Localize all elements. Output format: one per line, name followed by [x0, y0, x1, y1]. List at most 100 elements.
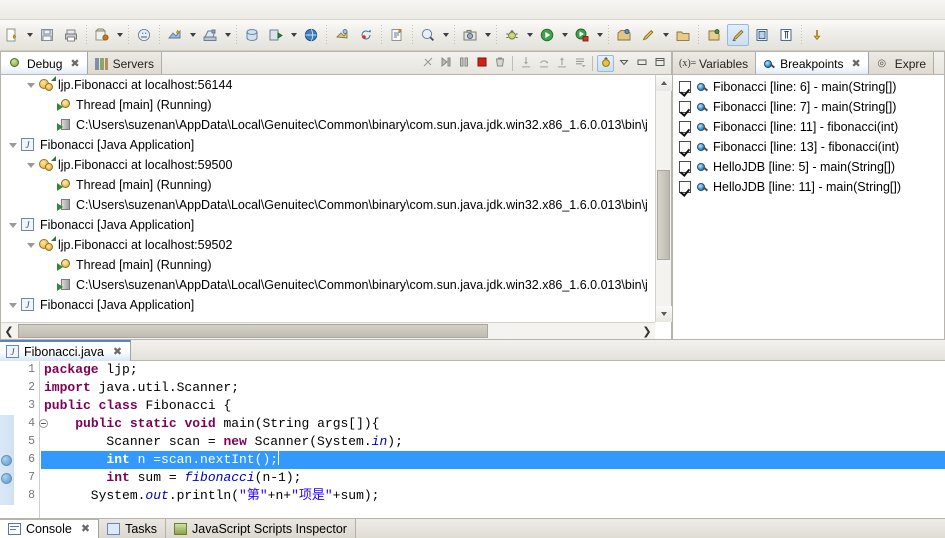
tab-expressions[interactable]: ◎ Expre — [868, 52, 935, 74]
server-button[interactable] — [199, 24, 221, 46]
list-item[interactable]: Fibonacci [line: 11] - fibonacci(int) — [673, 117, 944, 137]
breakpoint-checkbox[interactable] — [679, 181, 691, 193]
run-button[interactable] — [536, 24, 558, 46]
disconnect-button[interactable] — [419, 55, 436, 72]
tab-variables[interactable]: (x)= Variables — [673, 52, 757, 74]
close-icon[interactable]: ✖ — [852, 58, 861, 69]
run-button-dropdown-arrow[interactable] — [559, 24, 570, 46]
breakpoint-checkbox[interactable] — [679, 101, 691, 113]
list-item[interactable]: Fibonacci [line: 7] - main(String[]) — [673, 97, 944, 117]
debug-tree[interactable]: ljp.Fibonacci at localhost:56144 Thread [… — [1, 75, 671, 339]
code-viewport[interactable]: 12345678 package ljp; import java.util.Sc… — [0, 361, 945, 518]
view-menu-button[interactable] — [597, 54, 614, 72]
breakpoint-checkbox[interactable] — [679, 81, 691, 93]
run-server-button[interactable] — [265, 24, 287, 46]
twisty-open[interactable] — [5, 135, 21, 155]
save-button[interactable] — [36, 24, 58, 46]
step-over-button[interactable] — [535, 55, 552, 72]
drop-to-frame-button[interactable] — [571, 55, 588, 72]
table-row[interactable]: C:\Users\suzenan\AppData\Local\Genuitec\… — [1, 115, 671, 135]
table-row[interactable]: Thread [main] (Running) — [1, 95, 671, 115]
breakpoint-checkbox[interactable] — [679, 121, 691, 133]
vscroll-thumb[interactable] — [657, 170, 670, 260]
open-folder-button[interactable] — [672, 24, 694, 46]
open-type-button[interactable] — [417, 24, 439, 46]
snapshot-button-dropdown-arrow[interactable] — [482, 24, 493, 46]
twisty-open[interactable] — [23, 75, 39, 95]
code-line[interactable]: Scanner scan = new Scanner(System.in); — [41, 433, 945, 451]
code-line[interactable]: System.out.println("第"+n+"项是"+sum); — [41, 487, 945, 505]
table-row[interactable]: ljp.Fibonacci at localhost:59500 — [1, 155, 671, 175]
suspend-button[interactable] — [455, 55, 472, 72]
new-wizard-button[interactable] — [1, 24, 23, 46]
table-row[interactable]: Thread [main] (Running) — [1, 175, 671, 195]
twisty-open[interactable] — [23, 155, 39, 175]
remove-all-terminated-button[interactable] — [491, 55, 508, 72]
toggle-markers-button[interactable] — [727, 24, 749, 46]
terminate-button[interactable] — [473, 55, 490, 72]
step-into-button[interactable] — [517, 55, 534, 72]
debug-tree-hscrollbar[interactable]: ❮ ❯ — [1, 322, 655, 339]
close-icon[interactable]: ✖ — [81, 523, 90, 534]
scroll-right-icon[interactable]: ❯ — [639, 323, 655, 339]
deploy-button[interactable] — [164, 24, 186, 46]
code-line[interactable]: import java.util.Scanner; — [41, 379, 945, 397]
debug-tree-vscrollbar[interactable] — [655, 75, 672, 322]
tab-breakpoints[interactable]: Breakpoints ✖ — [756, 52, 869, 74]
debug-button[interactable] — [501, 24, 523, 46]
tab-servers[interactable]: Servers — [87, 52, 162, 74]
run-external-button[interactable] — [571, 24, 593, 46]
table-row[interactable]: ljp.Fibonacci at localhost:59502 — [1, 235, 671, 255]
table-row[interactable]: J Fibonacci [Java Application] — [1, 295, 671, 315]
open-type-button-dropdown-arrow[interactable] — [440, 24, 451, 46]
run-external-button-dropdown-arrow[interactable] — [594, 24, 605, 46]
tab-tasks[interactable]: Tasks — [99, 519, 167, 538]
last-edit-button[interactable] — [806, 24, 828, 46]
list-item[interactable]: HelloJDB [line: 5] - main(String[]) — [673, 157, 944, 177]
code-line[interactable]: int sum = fibonacci(n-1); — [41, 469, 945, 487]
restore-button[interactable] — [651, 55, 668, 72]
minimize-button[interactable] — [615, 55, 632, 72]
show-whitespace-button[interactable] — [775, 24, 797, 46]
breakpoint-checkbox[interactable] — [679, 141, 691, 153]
report-button[interactable] — [386, 24, 408, 46]
new-project-button[interactable] — [91, 24, 113, 46]
code-line[interactable]: package ljp; — [41, 361, 945, 379]
list-item[interactable]: Fibonacci [line: 13] - fibonacci(int) — [673, 137, 944, 157]
print-button[interactable] — [60, 24, 82, 46]
scroll-left-icon[interactable]: ❮ — [1, 323, 17, 339]
quick-deploy-button[interactable] — [331, 24, 353, 46]
refresh-button[interactable] — [355, 24, 377, 46]
deploy-button-dropdown-arrow[interactable] — [187, 24, 198, 46]
twisty-open[interactable] — [5, 215, 21, 235]
list-item[interactable]: HelloJDB [line: 11] - main(String[]) — [673, 177, 944, 197]
close-icon[interactable]: ✖ — [113, 346, 122, 357]
annotation-button[interactable] — [703, 24, 725, 46]
code-line[interactable]: public static void main(String args[]){ — [41, 415, 945, 433]
tab-fibonacci-java[interactable]: J Fibonacci.java ✖ — [0, 340, 132, 361]
twisty-open[interactable] — [23, 235, 39, 255]
list-item[interactable]: Fibonacci [line: 6] - main(String[]) — [673, 77, 944, 97]
new-wizard-button-dropdown-arrow[interactable] — [24, 24, 35, 46]
scroll-up-icon[interactable] — [656, 75, 672, 91]
tab-js-inspector[interactable]: JavaScript Scripts Inspector — [166, 519, 356, 538]
search-ref-button-dropdown-arrow[interactable] — [660, 24, 671, 46]
new-project-button-dropdown-arrow[interactable] — [114, 24, 125, 46]
table-row[interactable]: C:\Users\suzenan\AppData\Local\Genuitec\… — [1, 275, 671, 295]
code-text[interactable]: package ljp; import java.util.Scanner; pub… — [41, 361, 945, 518]
table-row[interactable]: C:\Users\suzenan\AppData\Local\Genuitec\… — [1, 195, 671, 215]
tab-debug[interactable]: Debug ✖ — [1, 52, 88, 74]
code-line[interactable]: int n =scan.nextInt(); — [41, 451, 945, 469]
scroll-down-icon[interactable] — [656, 306, 672, 322]
open-package-button[interactable] — [613, 24, 635, 46]
search-ref-button[interactable] — [637, 24, 659, 46]
twisty-open[interactable] — [5, 295, 21, 315]
snapshot-button[interactable] — [459, 24, 481, 46]
web-20-button[interactable] — [133, 24, 155, 46]
table-row[interactable]: ljp.Fibonacci at localhost:56144 — [1, 75, 671, 95]
table-row[interactable]: J Fibonacci [Java Application] — [1, 215, 671, 235]
preview-button[interactable] — [300, 24, 322, 46]
run-server-button-dropdown-arrow[interactable] — [288, 24, 299, 46]
tab-console[interactable]: Console ✖ — [0, 519, 100, 538]
db-browser-button[interactable] — [241, 24, 263, 46]
